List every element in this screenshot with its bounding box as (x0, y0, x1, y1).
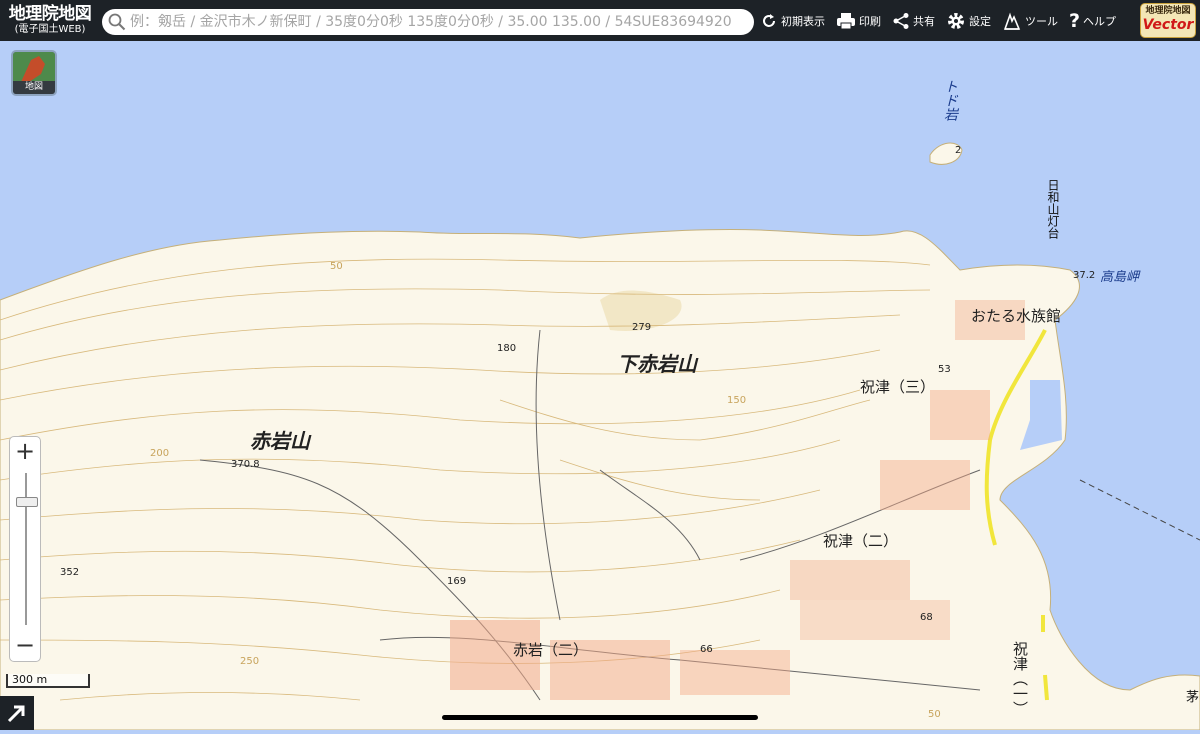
search-input[interactable] (126, 13, 754, 31)
elevation-2: 2 (955, 145, 962, 156)
print-label: 印刷 (859, 14, 881, 28)
zoom-control: + − (9, 436, 41, 662)
zoom-slider-track[interactable] (25, 473, 27, 625)
printer-icon (837, 12, 855, 29)
search-icon (108, 13, 126, 31)
reset-view-button[interactable]: 初期表示 (760, 12, 825, 30)
reload-icon (763, 13, 775, 27)
vector-map-button[interactable]: 地理院地図 Vector (1140, 3, 1196, 38)
elevation-370: 370.8 (231, 459, 260, 470)
gear-icon (948, 12, 964, 29)
help-icon: ? (1069, 9, 1081, 32)
contour-label-200: 200 (150, 448, 170, 459)
contour-label-50: 50 (330, 261, 343, 272)
vector-button-line2: Vector (1142, 17, 1194, 33)
label-akaiwa-2: 赤岩（二） (513, 641, 589, 659)
elevation-37: 37.2 (1073, 270, 1096, 281)
label-todo-rock: トド岩 (942, 79, 958, 121)
map-thumbnail-icon (13, 52, 55, 84)
elevation-53: 53 (938, 364, 951, 375)
top-toolbar: 地理院地図 (電子国土WEB) 初期表示 印刷 (0, 0, 1200, 41)
elevation-68: 68 (920, 612, 933, 623)
reset-view-label: 初期表示 (781, 14, 825, 28)
search-box[interactable] (102, 9, 754, 35)
elevation-180: 180 (497, 343, 517, 354)
share-label: 共有 (913, 14, 935, 28)
map-view[interactable]: 下赤岩山 赤岩山 赤岩（二） 祝津（三） 祝津（二） 祝津（一） おたる水族館 … (0, 41, 1200, 730)
layer-switch-button[interactable]: 地図 (11, 50, 57, 96)
vector-button-line1: 地理院地図 (1145, 6, 1191, 16)
label-hiyoriyama-lighthouse: 日和山灯台 (1046, 179, 1060, 239)
brand-title: 地理院地図 (8, 4, 92, 24)
label-iwainai-3: 祝津（三） (860, 378, 936, 396)
help-button[interactable]: ? ヘルプ (1069, 10, 1116, 32)
label-otaru-aquarium: おたる水族館 (971, 307, 1062, 325)
elevation-352: 352 (60, 567, 80, 578)
map-canvas[interactable] (0, 41, 1200, 730)
arrow-up-right-icon (7, 705, 25, 723)
print-button[interactable]: 印刷 (836, 12, 881, 30)
toolbar-actions: 初期表示 印刷 共有 設定 ツール ? ヘルプ (760, 0, 1127, 41)
home-indicator (442, 715, 758, 720)
zoom-out-button[interactable]: − (10, 631, 40, 661)
tools-icon (1003, 12, 1021, 30)
layer-button-label: 地図 (13, 81, 55, 94)
help-label: ヘルプ (1083, 14, 1117, 28)
tools-label: ツール (1025, 14, 1058, 28)
contour-label-250: 250 (240, 656, 260, 667)
ferry-route (1079, 479, 1200, 541)
label-iwainai-2: 祝津（二） (823, 532, 899, 550)
settings-label: 設定 (969, 14, 991, 28)
label-akaiwa-yama: 赤岩山 (250, 429, 310, 453)
zoom-in-button[interactable]: + (10, 437, 40, 467)
brand-subtitle: (電子国土WEB) (14, 24, 86, 35)
scale-bar: 300 m (6, 674, 90, 688)
share-icon (893, 12, 909, 29)
contour-label-50b: 50 (928, 709, 941, 720)
expand-panel-button[interactable] (0, 696, 34, 730)
label-iwainai-1: 祝津（一） (1011, 641, 1029, 716)
label-takashima-cape: 高島岬 (1100, 270, 1140, 285)
zoom-slider-thumb[interactable] (16, 497, 38, 507)
contour-label-150: 150 (727, 395, 747, 406)
label-edge-char: 茅 (1186, 690, 1200, 705)
share-button[interactable]: 共有 (892, 12, 935, 30)
label-shimo-akaiwa-yama: 下赤岩山 (617, 352, 697, 376)
app-brand[interactable]: 地理院地図 (電子国土WEB) (0, 6, 100, 35)
elevation-169: 169 (447, 576, 467, 587)
settings-button[interactable]: 設定 (946, 11, 991, 31)
elevation-279: 279 (632, 322, 652, 333)
elevation-66: 66 (700, 644, 713, 655)
tools-button[interactable]: ツール (1002, 11, 1058, 31)
